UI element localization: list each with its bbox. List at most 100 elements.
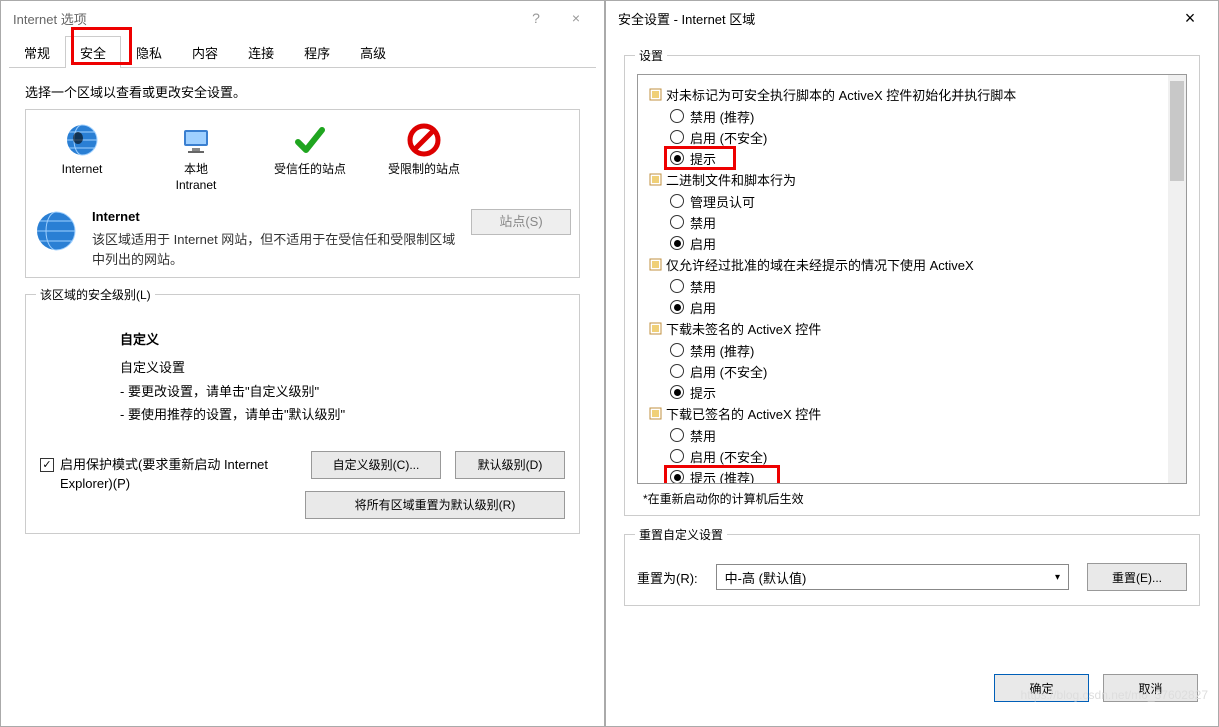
radio-icon — [670, 109, 684, 123]
radio-icon — [670, 364, 684, 378]
option-label: 禁用 (推荐) — [690, 107, 754, 126]
setting-option[interactable]: 禁用 (推荐) — [670, 340, 1176, 360]
checkmark-icon — [292, 122, 328, 158]
radio-icon — [670, 428, 684, 442]
titlebar: 安全设置 - Internet 区域 × — [606, 1, 1218, 35]
option-label: 禁用 — [690, 426, 716, 445]
option-label: 启用 — [690, 298, 716, 317]
zone-intranet[interactable]: 本地 Intranet — [156, 122, 236, 193]
radio-icon — [670, 194, 684, 208]
dialog-buttons: 确定 取消 — [606, 658, 1218, 726]
group-label: 对未标记为可安全执行脚本的 ActiveX 控件初始化并执行脚本 — [666, 85, 1016, 104]
setting-option[interactable]: 管理员认可 — [670, 191, 1176, 211]
tab-general[interactable]: 常规 — [9, 36, 65, 68]
tabs: 常规 安全 隐私 内容 连接 程序 高级 — [9, 35, 596, 68]
zone-trusted[interactable]: 受信任的站点 — [270, 122, 350, 193]
default-level-button[interactable]: 默认级别(D) — [455, 451, 565, 479]
setting-group: 下载未签名的 ActiveX 控件 — [648, 319, 1176, 338]
option-label: 禁用 (推荐) — [690, 341, 754, 360]
scrollbar[interactable] — [1168, 75, 1186, 483]
titlebar: Internet 选项 ? × — [1, 1, 604, 35]
reset-label: 重置为(R): — [637, 568, 698, 587]
security-tab-content: 选择一个区域以查看或更改安全设置。 Internet 本地 Intranet — [1, 68, 604, 726]
radio-icon — [670, 300, 684, 314]
option-label: 启用 (不安全) — [690, 447, 767, 466]
reset-all-zones-button[interactable]: 将所有区域重置为默认级别(R) — [305, 491, 565, 519]
zone-description: Internet 该区域适用于 Internet 网站，但不适用于在受信任和受限… — [34, 209, 571, 269]
custom-heading: 自定义 — [120, 329, 565, 348]
radio-icon — [670, 279, 684, 293]
globe-icon — [64, 122, 100, 158]
tab-connections[interactable]: 连接 — [233, 36, 289, 68]
tab-content[interactable]: 内容 — [177, 36, 233, 68]
globe-icon — [34, 209, 78, 253]
checkbox-icon — [40, 458, 54, 472]
setting-option[interactable]: 禁用 — [670, 425, 1176, 445]
custom-line2: - 要更改设置，请单击"自定义级别" — [120, 380, 565, 403]
option-label: 启用 (不安全) — [690, 362, 767, 381]
restart-note: *在重新启动你的计算机后生效 — [643, 490, 1187, 507]
tab-security[interactable]: 安全 — [65, 36, 121, 68]
tab-privacy[interactable]: 隐私 — [121, 36, 177, 68]
zones-box: Internet 本地 Intranet 受信任的站点 — [25, 109, 580, 278]
cancel-button[interactable]: 取消 — [1103, 674, 1198, 702]
zone-internet[interactable]: Internet — [42, 122, 122, 193]
radio-icon — [670, 236, 684, 250]
group-label: 二进制文件和脚本行为 — [666, 170, 796, 189]
scrollbar-thumb[interactable] — [1170, 81, 1184, 181]
group-label: 下载已签名的 ActiveX 控件 — [666, 404, 821, 423]
computer-icon — [178, 122, 214, 158]
reset-legend: 重置自定义设置 — [635, 526, 727, 543]
close-button[interactable]: × — [1170, 3, 1210, 33]
radio-icon — [670, 385, 684, 399]
group-icon — [648, 258, 662, 272]
setting-option[interactable]: 启用 — [670, 233, 1176, 253]
zone-label: 本地 Intranet — [176, 162, 217, 193]
select-value: 中-高 (默认值) — [725, 568, 807, 587]
prohibited-icon — [406, 122, 442, 158]
setting-option[interactable]: 禁用 (推荐) — [670, 106, 1176, 126]
dialog-title: 安全设置 - Internet 区域 — [614, 9, 1170, 28]
option-label: 禁用 — [690, 213, 716, 232]
settings-list[interactable]: 对未标记为可安全执行脚本的 ActiveX 控件初始化并执行脚本禁用 (推荐)启… — [637, 74, 1187, 484]
setting-group: 下载已签名的 ActiveX 控件 — [648, 404, 1176, 423]
zone-label: Internet — [62, 162, 103, 178]
setting-option[interactable]: 禁用 — [670, 212, 1176, 232]
setting-option[interactable]: 提示 (推荐) — [670, 467, 1176, 484]
option-label: 禁用 — [690, 277, 716, 296]
setting-group: 仅允许经过批准的域在未经提示的情况下使用 ActiveX — [648, 255, 1176, 274]
ok-button[interactable]: 确定 — [994, 674, 1089, 702]
setting-option[interactable]: 启用 — [670, 297, 1176, 317]
group-label: 仅允许经过批准的域在未经提示的情况下使用 ActiveX — [666, 255, 974, 274]
option-label: 提示 (推荐) — [690, 468, 754, 485]
tab-programs[interactable]: 程序 — [289, 36, 345, 68]
setting-option[interactable]: 提示 — [670, 382, 1176, 402]
custom-level-info: 自定义 自定义设置 - 要更改设置，请单击"自定义级别" - 要使用推荐的设置，… — [120, 329, 565, 426]
radio-icon — [670, 151, 684, 165]
setting-option[interactable]: 禁用 — [670, 276, 1176, 296]
setting-option[interactable]: 启用 (不安全) — [670, 361, 1176, 381]
setting-option[interactable]: 提示 — [670, 148, 1176, 168]
zone-list: Internet 本地 Intranet 受信任的站点 — [34, 118, 571, 193]
help-button[interactable]: ? — [516, 3, 556, 33]
zone-restricted[interactable]: 受限制的站点 — [384, 122, 464, 193]
radio-icon — [670, 343, 684, 357]
settings-fieldset: 设置 对未标记为可安全执行脚本的 ActiveX 控件初始化并执行脚本禁用 (推… — [624, 55, 1200, 516]
radio-icon — [670, 449, 684, 463]
reset-level-select[interactable]: 中-高 (默认值) ▾ — [716, 564, 1069, 590]
radio-icon — [670, 130, 684, 144]
zone-label: 受信任的站点 — [274, 162, 346, 178]
custom-level-button[interactable]: 自定义级别(C)... — [311, 451, 441, 479]
reset-button[interactable]: 重置(E)... — [1087, 563, 1187, 591]
close-button[interactable]: × — [556, 3, 596, 33]
reset-fieldset: 重置自定义设置 重置为(R): 中-高 (默认值) ▾ 重置(E)... — [624, 534, 1200, 606]
zone-body: 该区域适用于 Internet 网站，但不适用于在受信任和受限制区域中列出的网站… — [92, 230, 457, 269]
tab-advanced[interactable]: 高级 — [345, 36, 401, 68]
group-icon — [648, 173, 662, 187]
setting-option[interactable]: 启用 (不安全) — [670, 127, 1176, 147]
setting-option[interactable]: 启用 (不安全) — [670, 446, 1176, 466]
security-level-fieldset: 该区域的安全级别(L) 自定义 自定义设置 - 要更改设置，请单击"自定义级别"… — [25, 294, 580, 534]
internet-options-dialog: Internet 选项 ? × 常规 安全 隐私 内容 连接 程序 高级 选择一… — [0, 0, 605, 727]
security-settings-dialog: 安全设置 - Internet 区域 × 设置 对未标记为可安全执行脚本的 Ac… — [605, 0, 1219, 727]
setting-group: 二进制文件和脚本行为 — [648, 170, 1176, 189]
